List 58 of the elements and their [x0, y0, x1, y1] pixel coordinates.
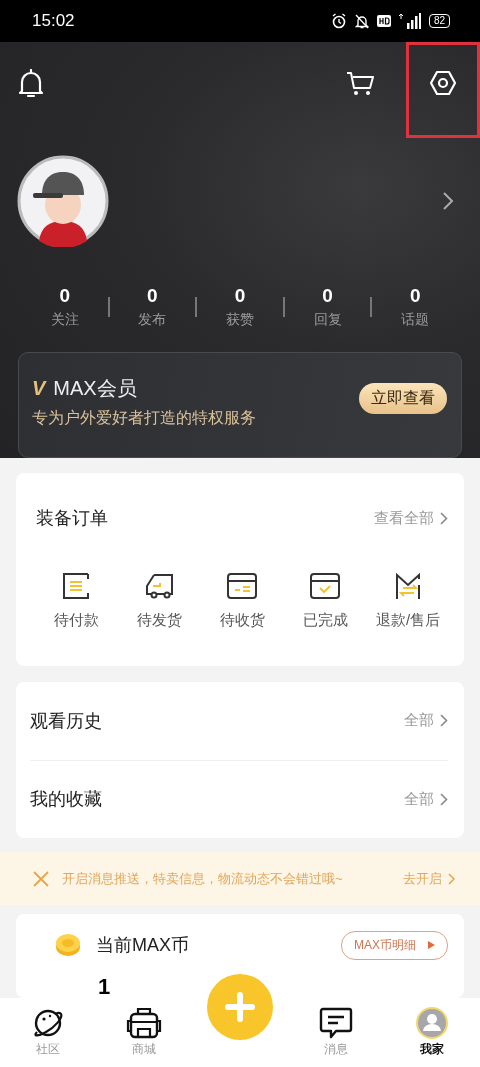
stat-count: 0	[234, 284, 246, 307]
coins-title: 当前MAX币	[96, 934, 190, 957]
menu-item[interactable]: 我的收藏	[30, 787, 398, 812]
backpack-icon[interactable]	[126, 1007, 162, 1039]
vip-card[interactable]: V MAX会员 专为户外爱好者打造的特权服务 立即查看	[18, 352, 462, 458]
alarm-icon	[330, 13, 347, 29]
exchange-icon[interactable]	[395, 573, 421, 599]
bell-icon[interactable]	[18, 68, 44, 99]
stat-count: 0	[59, 284, 71, 307]
vip-title: MAX会员	[53, 376, 137, 402]
planet-icon[interactable]	[32, 1007, 64, 1039]
order-status-label[interactable]: 待发货	[136, 611, 182, 630]
chevron-right-icon	[448, 872, 455, 885]
stat-count: 0	[409, 284, 421, 307]
stat-label[interactable]: 关注	[50, 310, 79, 329]
stat-count: 0	[147, 284, 158, 307]
view-all-link[interactable]: 查看全部	[374, 508, 434, 528]
coin-details-button[interactable]: MAX币明细	[341, 930, 448, 960]
truck-icon[interactable]	[144, 573, 174, 599]
chevron-right-icon[interactable]	[442, 191, 454, 212]
hd-icon	[376, 15, 391, 27]
menu-item[interactable]: 观看历史	[30, 708, 398, 733]
avatar-drawing[interactable]	[17, 155, 109, 248]
nav-tab[interactable]: 商城	[132, 1041, 156, 1058]
nav-tab[interactable]: 消息	[324, 1041, 348, 1058]
stat-label[interactable]: 发布	[138, 310, 167, 329]
vip-letter-mark: V	[32, 377, 46, 401]
nav-tab[interactable]: 我家	[420, 1041, 444, 1058]
view-all-link[interactable]: 全部	[404, 789, 434, 809]
chat-icon[interactable]	[319, 1007, 353, 1039]
card-icon[interactable]	[227, 573, 257, 599]
vip-subtitle: 专为户外爱好者打造的特权服务	[32, 408, 256, 429]
stat-label[interactable]: 获赞	[226, 310, 254, 329]
settings-icon[interactable]	[430, 70, 456, 96]
order-status-label[interactable]: 退款/售后	[375, 611, 441, 630]
order-status-label[interactable]: 待收货	[219, 611, 265, 630]
nav-tab[interactable]: 社区	[36, 1041, 60, 1058]
stat-label[interactable]: 话题	[401, 310, 430, 329]
stat-label[interactable]: 回复	[313, 310, 342, 329]
view-now-button[interactable]: 立即查看	[359, 383, 447, 415]
play-icon	[428, 941, 435, 949]
section-title: 装备订单	[36, 507, 109, 530]
order-status-label[interactable]: 待付款	[53, 611, 99, 630]
notice-text: 开启消息推送，特卖信息，物流动态不会错过哦~	[62, 869, 344, 888]
cart-icon[interactable]	[346, 70, 374, 97]
signal-icon	[398, 13, 421, 29]
chevron-right-icon	[440, 714, 448, 728]
view-all-link[interactable]: 全部	[404, 711, 434, 731]
bell-off-icon	[354, 13, 369, 29]
coin-balance: 1	[97, 976, 112, 998]
order-status-label[interactable]: 已完成	[302, 611, 348, 630]
stat-count: 0	[322, 284, 333, 307]
chevron-right-icon	[440, 792, 448, 806]
status-time: 15:02	[32, 11, 75, 31]
check-box-icon[interactable]	[310, 573, 340, 599]
coin-icon	[54, 932, 82, 958]
chevron-right-icon	[440, 511, 448, 525]
battery-level: 82	[428, 14, 450, 28]
